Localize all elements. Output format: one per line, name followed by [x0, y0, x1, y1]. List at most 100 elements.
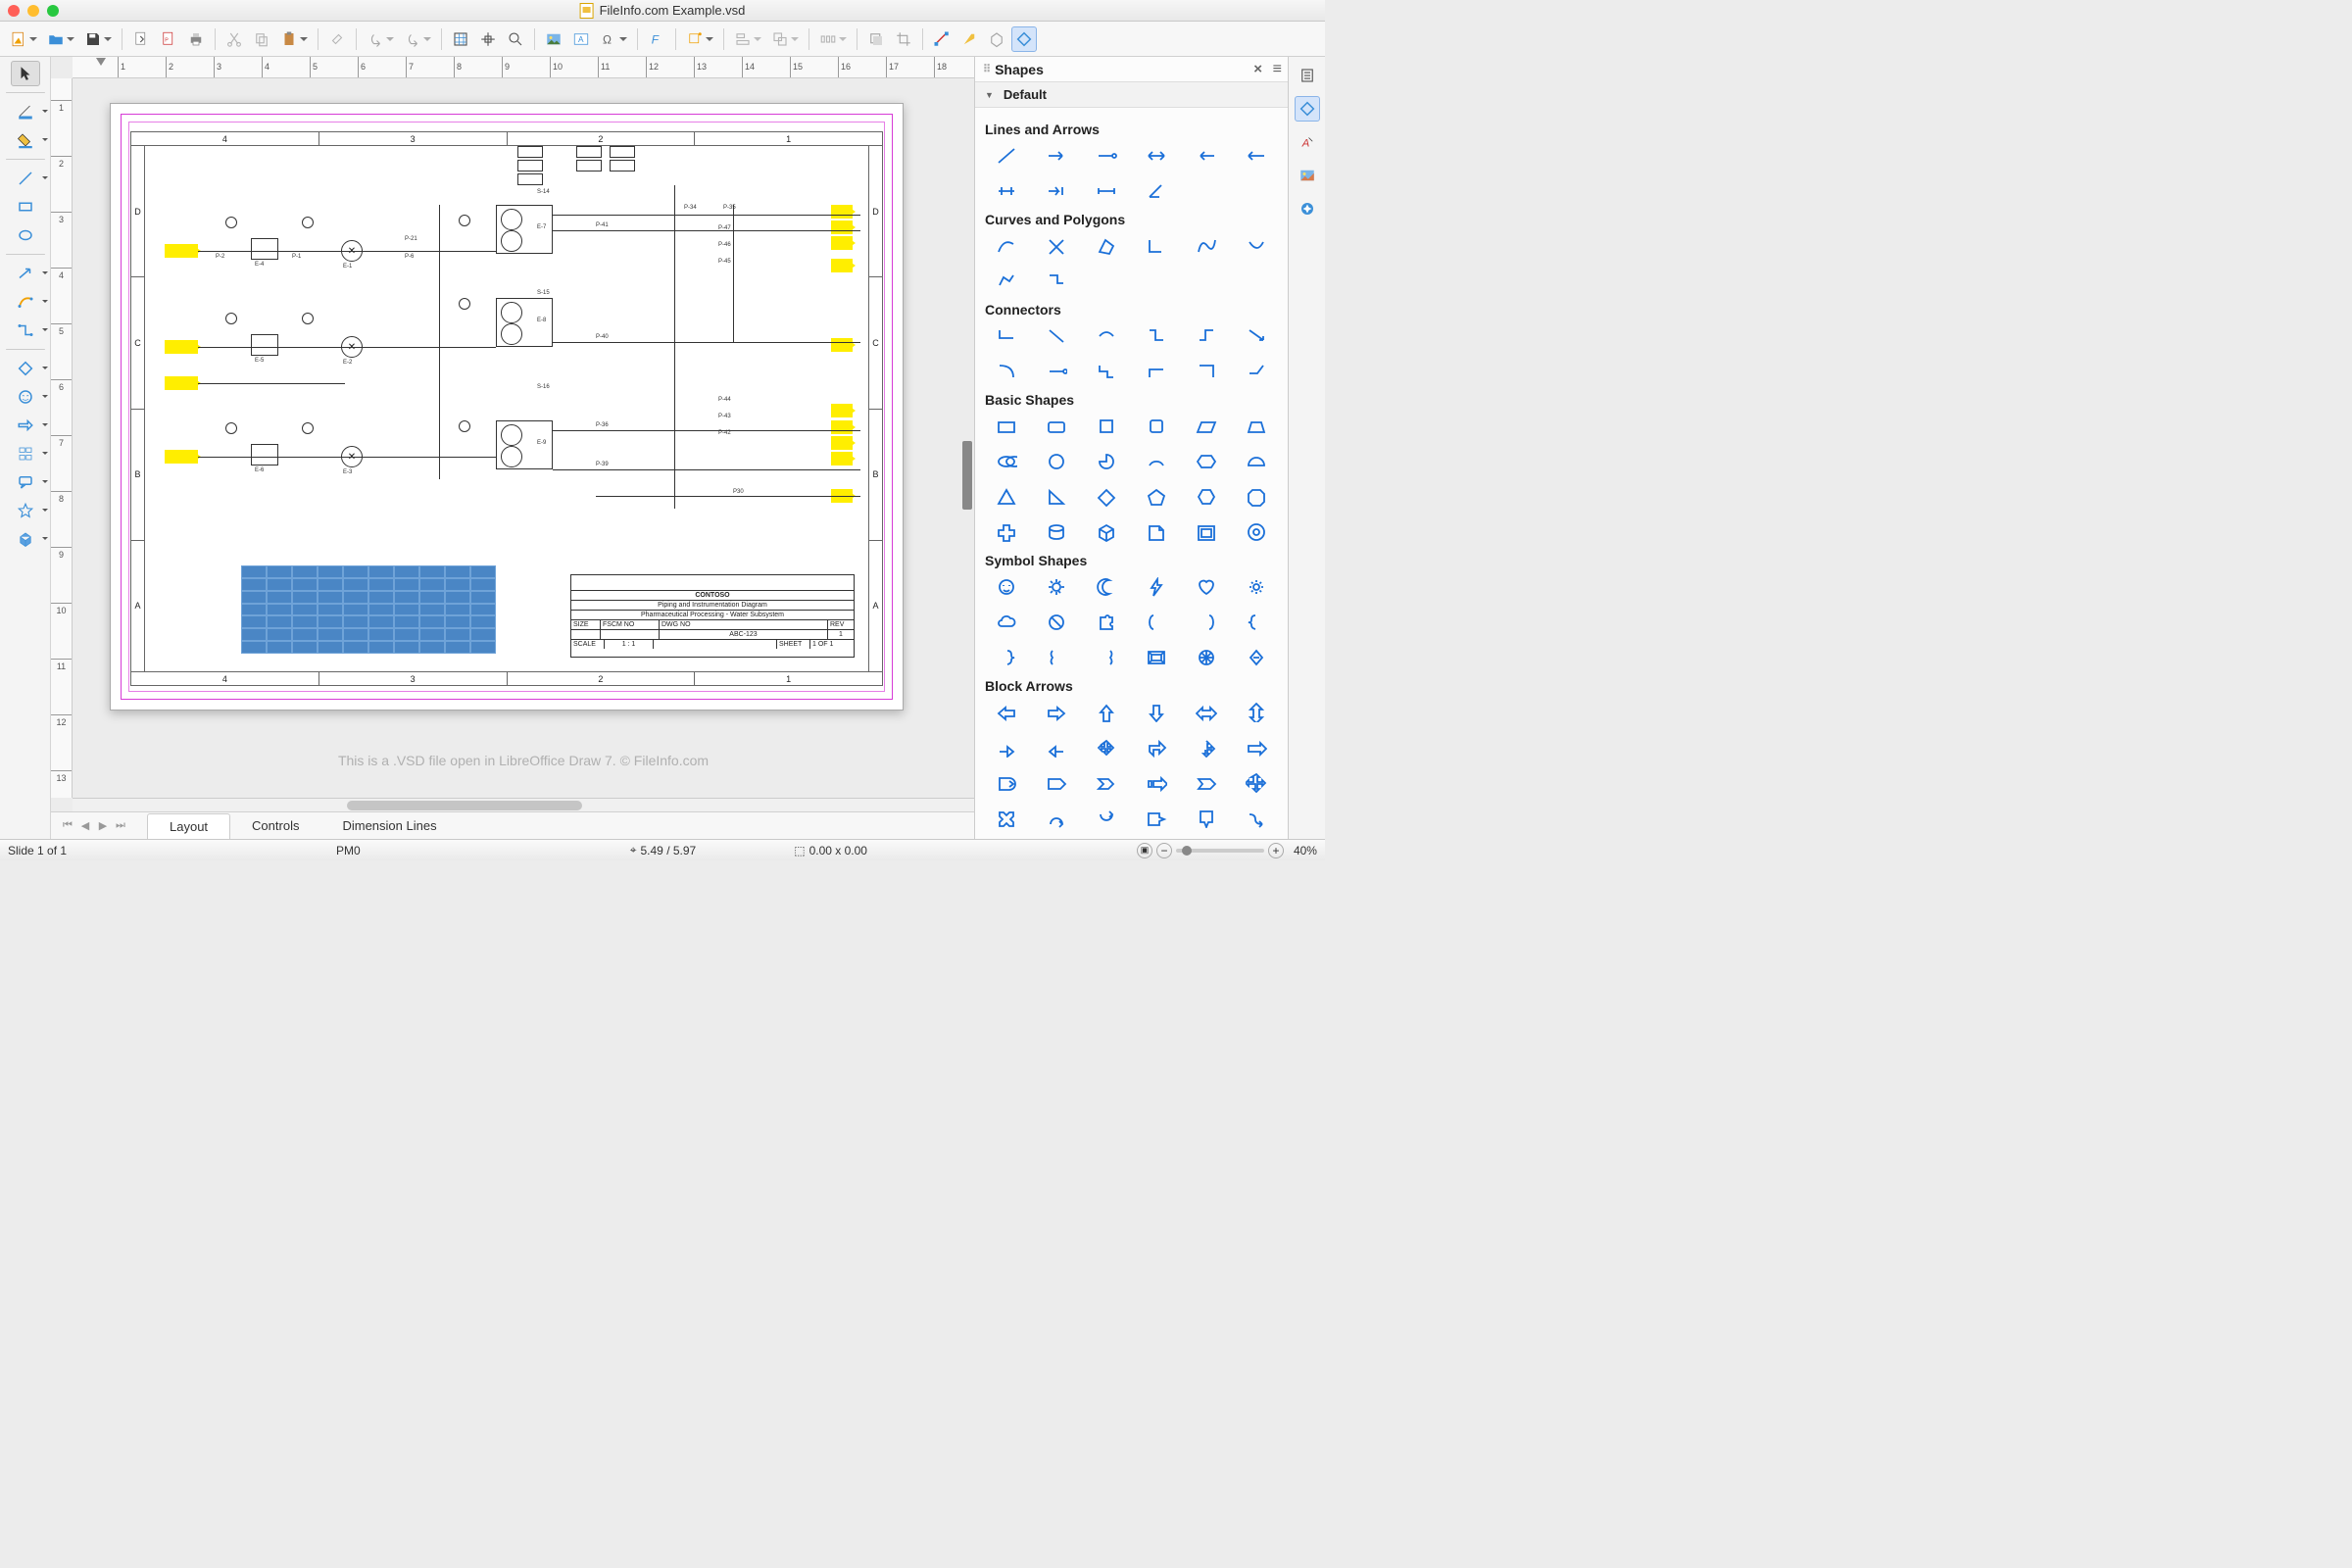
shape-arrow-chev[interactable] — [1085, 770, 1127, 796]
shape-bracket[interactable] — [1136, 610, 1178, 635]
shape-L-shape[interactable] — [1136, 233, 1178, 259]
instrument[interactable] — [459, 298, 470, 310]
redo-button[interactable] — [400, 26, 425, 52]
line-color-tool[interactable] — [11, 99, 40, 124]
paste-button[interactable] — [276, 26, 302, 52]
page-viewport[interactable]: 4321 4321 DCBA DCBA — [73, 78, 974, 798]
grip-icon[interactable]: ⠿ — [983, 63, 989, 75]
shape-conn-10[interactable] — [1136, 359, 1178, 384]
shape-tri-arrow[interactable] — [1186, 735, 1228, 760]
shape-frame[interactable] — [1186, 519, 1228, 545]
pipe[interactable] — [198, 347, 496, 348]
tab-controls[interactable]: Controls — [230, 813, 320, 839]
shape-arrow-l-dash[interactable] — [1186, 143, 1228, 169]
shape-rtri[interactable] — [1035, 484, 1077, 510]
shape-line[interactable] — [985, 143, 1027, 169]
shape-measure[interactable] — [1085, 178, 1127, 204]
rail-navigator[interactable] — [1295, 196, 1320, 221]
rail-gallery[interactable] — [1295, 163, 1320, 188]
shape-curve-x[interactable] — [1035, 233, 1077, 259]
shape-brace3[interactable] — [1035, 645, 1077, 670]
new-doc-button[interactable] — [6, 26, 31, 52]
tab-nav-last[interactable]: ⏭ — [112, 817, 129, 835]
shape-conn-2[interactable] — [1035, 323, 1077, 349]
pipe[interactable] — [733, 205, 734, 342]
fontwork-button[interactable]: F — [644, 26, 669, 52]
rail-shapes[interactable] — [1295, 96, 1320, 122]
pipe[interactable] — [553, 230, 860, 231]
shape-bracket2[interactable] — [1186, 610, 1228, 635]
extrusion-button[interactable] — [984, 26, 1009, 52]
close-panel-button[interactable]: × — [1253, 61, 1262, 77]
scrollbar-thumb[interactable] — [347, 801, 582, 810]
shape-arrow-r[interactable] — [1035, 143, 1077, 169]
outlet-arrow[interactable] — [831, 220, 853, 234]
gluepoints-button[interactable] — [956, 26, 982, 52]
insert-image-button[interactable] — [541, 26, 566, 52]
line-tool[interactable] — [11, 166, 40, 191]
transform-button[interactable] — [682, 26, 708, 52]
shapes-body[interactable]: Lines and ArrowsCurves and PolygonsConne… — [975, 108, 1288, 839]
pipe[interactable] — [198, 383, 345, 384]
panel-resize-grip[interactable] — [962, 441, 972, 510]
save-button[interactable] — [80, 26, 106, 52]
spec-box[interactable] — [610, 160, 635, 172]
shape-brace2[interactable] — [985, 645, 1027, 670]
equipment-box[interactable] — [251, 334, 278, 356]
shape-rsquare[interactable] — [1136, 414, 1178, 439]
shape-cylinder[interactable] — [1035, 519, 1077, 545]
instrument[interactable] — [459, 215, 470, 226]
shape-arrow-both[interactable] — [1136, 143, 1178, 169]
instrument[interactable] — [302, 313, 314, 324]
shape-brace4[interactable] — [1085, 645, 1127, 670]
tab-nav-next[interactable]: ▶ — [94, 817, 112, 835]
shape-up[interactable] — [1085, 700, 1127, 725]
outlet-arrow[interactable] — [831, 236, 853, 250]
cut-button[interactable] — [221, 26, 247, 52]
instrument[interactable] — [302, 217, 314, 228]
shape-rect[interactable] — [985, 414, 1027, 439]
export-button[interactable] — [128, 26, 154, 52]
undo-button[interactable] — [363, 26, 388, 52]
select-tool[interactable] — [11, 61, 40, 86]
insert-textbox-button[interactable]: A — [568, 26, 594, 52]
shape-cube[interactable] — [1085, 519, 1127, 545]
shape-arc-shape[interactable] — [1136, 449, 1178, 474]
shape-dim-line[interactable] — [985, 178, 1027, 204]
shape-angle[interactable] — [1136, 178, 1178, 204]
pipe[interactable] — [553, 430, 860, 431]
shape-sun[interactable] — [1035, 574, 1077, 600]
shape-heart[interactable] — [1186, 574, 1228, 600]
inlet-arrow[interactable] — [165, 340, 198, 354]
inlet-arrow[interactable] — [165, 376, 198, 390]
tab-layout[interactable]: Layout — [147, 813, 230, 839]
shape-diamond[interactable] — [1085, 484, 1127, 510]
zoom-value[interactable]: 40% — [1294, 844, 1317, 858]
shape-cloud[interactable] — [985, 610, 1027, 635]
close-window-button[interactable] — [8, 5, 20, 17]
outlet-arrow[interactable] — [831, 205, 853, 219]
shapes-default-header[interactable]: Default — [975, 82, 1288, 108]
pipe[interactable] — [198, 457, 496, 458]
3d-tool[interactable] — [11, 526, 40, 552]
fill-color-tool[interactable] — [11, 127, 40, 153]
zoom-slider[interactable] — [1176, 849, 1264, 853]
rail-styles[interactable]: A — [1295, 129, 1320, 155]
shape-x-arr[interactable] — [985, 806, 1027, 831]
shape-arrow-pent[interactable] — [1035, 770, 1077, 796]
spec-box[interactable] — [517, 160, 543, 172]
shape-conn-8[interactable] — [1035, 359, 1077, 384]
pipe[interactable] — [439, 205, 440, 479]
shape-no[interactable] — [1035, 610, 1077, 635]
shape-quad[interactable] — [1085, 735, 1127, 760]
print-button[interactable] — [183, 26, 209, 52]
maximize-window-button[interactable] — [47, 5, 59, 17]
curve-tool[interactable] — [11, 289, 40, 315]
shape-arrow-dot[interactable] — [1085, 143, 1127, 169]
shape-down[interactable] — [1136, 700, 1178, 725]
shape-arrow-r2[interactable] — [1236, 735, 1278, 760]
shape-stripe[interactable] — [1136, 770, 1178, 796]
shape-left[interactable] — [985, 700, 1027, 725]
status-slide[interactable]: Slide 1 of 1 — [8, 844, 67, 858]
shape-arrow-l[interactable] — [1236, 143, 1278, 169]
